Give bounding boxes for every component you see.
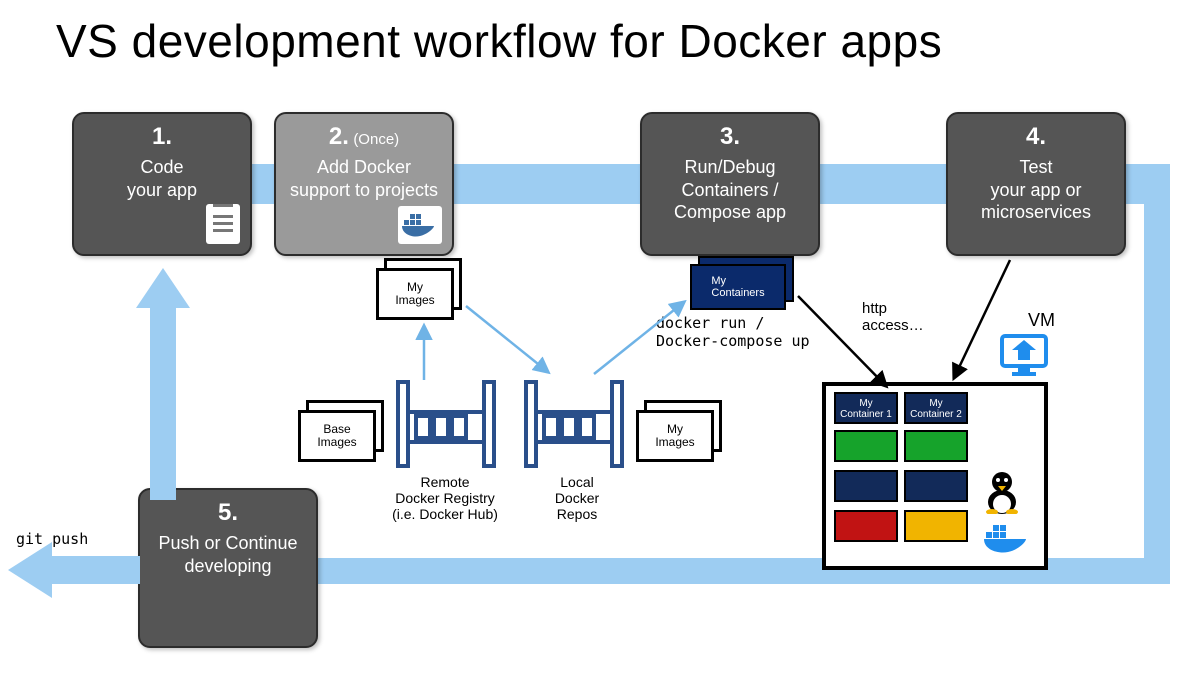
diagram-title: VS development workflow for Docker apps — [56, 14, 942, 68]
step-4-number: 4. — [958, 124, 1114, 150]
step-2-desc: Add Docker support to projects — [286, 156, 442, 201]
remote-registry-shelf — [392, 376, 500, 472]
vm-cell-navy-2 — [904, 470, 968, 502]
stack-front-label: Base Images — [298, 410, 376, 462]
step-5-desc: Push or Continue developing — [150, 532, 306, 577]
step-2-number-line: 2. (Once) — [286, 124, 442, 150]
local-repos-shelf — [520, 376, 628, 472]
step-3-desc: Run/Debug Containers / Compose app — [652, 156, 808, 224]
docker-run-label: docker run / Docker-compose up — [656, 314, 810, 350]
my-containers-stack: My Containers — [690, 256, 794, 310]
arrow-images-to-local — [466, 306, 548, 372]
my-images-stack-right: My Images — [636, 400, 720, 460]
docker-whale-icon — [398, 206, 442, 244]
step-4-desc: Test your app or microservices — [958, 156, 1114, 224]
stack-front-label: My Images — [376, 268, 454, 320]
step-2-sub: (Once) — [353, 131, 399, 148]
http-access-label: http access… — [862, 300, 924, 334]
vm-cell-green-1 — [834, 430, 898, 462]
vm-container-1: My Container 1 — [834, 392, 898, 424]
step-2-number: 2. — [329, 123, 349, 150]
git-push-arrow — [8, 542, 140, 598]
remote-registry-label: Remote Docker Registry (i.e. Docker Hub) — [370, 474, 520, 522]
step-1-desc: Code your app — [84, 156, 240, 201]
vm-cell-yellow — [904, 510, 968, 542]
vm-container-1-label: My Container 1 — [836, 394, 896, 420]
containers-front-label: My Containers — [690, 264, 786, 310]
git-push-label: git push — [16, 530, 88, 548]
base-images-stack: Base Images — [298, 400, 382, 460]
vm-container-2: My Container 2 — [904, 392, 968, 424]
vm-monitor-icon — [1000, 332, 1048, 380]
my-images-stack-top: My Images — [376, 258, 460, 318]
step-3-number: 3. — [652, 124, 808, 150]
step-5: 5. Push or Continue developing — [138, 488, 318, 648]
step-1: 1. Code your app — [72, 112, 252, 256]
vm-label: VM — [1028, 310, 1055, 331]
step-2: 2. (Once) Add Docker support to projects — [274, 112, 454, 256]
step-5-number: 5. — [150, 500, 306, 526]
flow-arrow-up — [136, 268, 190, 500]
linux-penguin-icon — [982, 468, 1022, 514]
step-1-number: 1. — [84, 124, 240, 150]
vm-cell-navy-1 — [834, 470, 898, 502]
local-repos-label: Local Docker Repos — [502, 474, 652, 522]
document-icon — [206, 204, 240, 244]
stack-front-label: My Images — [636, 410, 714, 462]
vm-cell-red — [834, 510, 898, 542]
step-3: 3. Run/Debug Containers / Compose app — [640, 112, 820, 256]
step-4: 4. Test your app or microservices — [946, 112, 1126, 256]
vm-container-2-label: My Container 2 — [906, 394, 966, 420]
flow-band-right — [1144, 164, 1170, 584]
vm-cell-green-2 — [904, 430, 968, 462]
docker-whale-icon-vm — [982, 522, 1030, 556]
